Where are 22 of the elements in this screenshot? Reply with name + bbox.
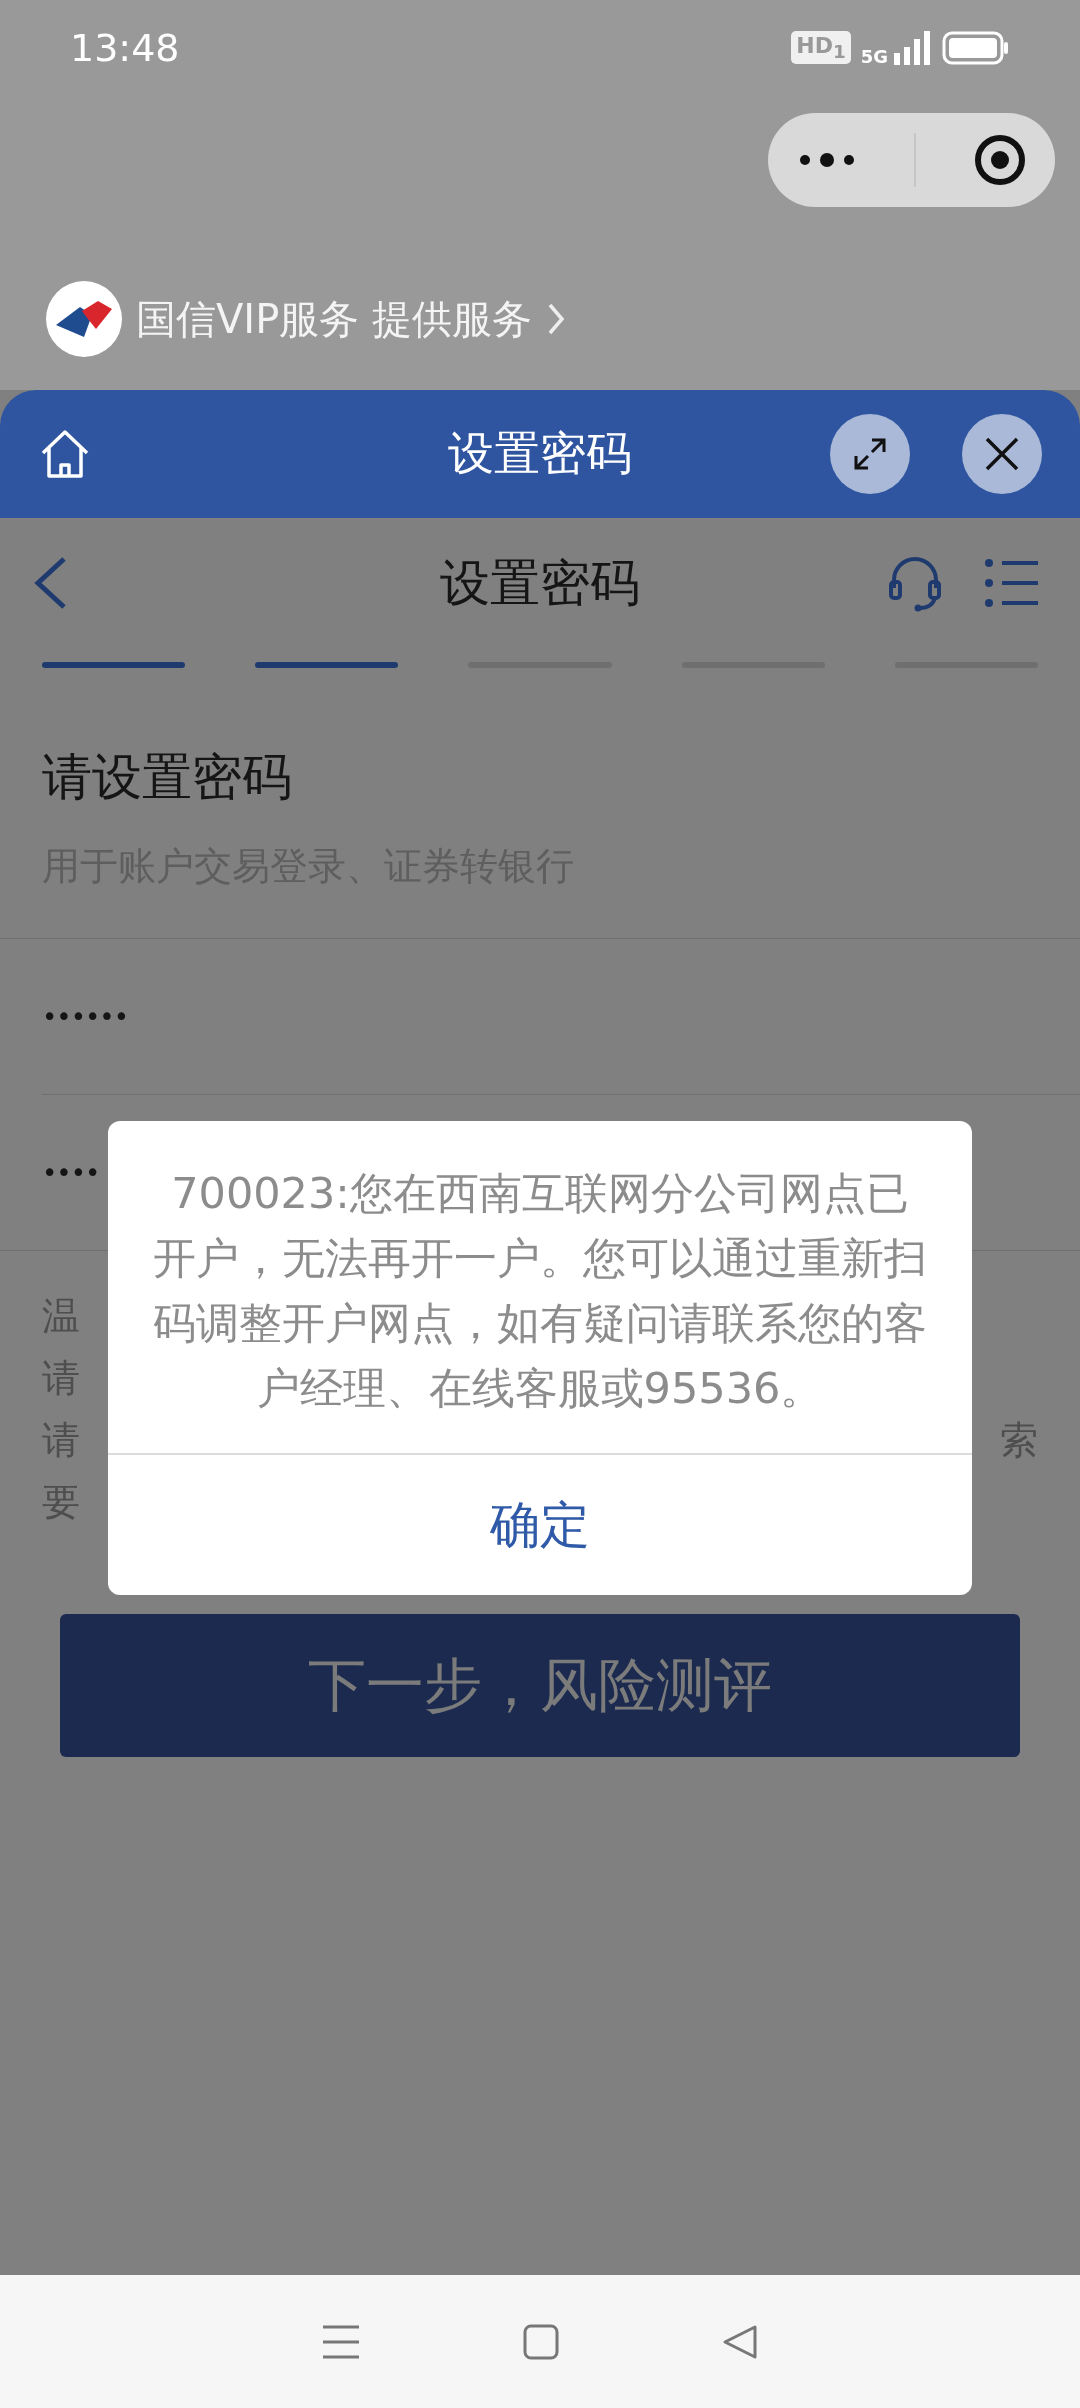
next-button[interactable]: 下一步，风险测评 [60, 1614, 1020, 1757]
form-heading: 请设置密码 [42, 747, 293, 808]
close-target-icon[interactable] [972, 133, 1027, 187]
confirm-button[interactable]: 确定 [108, 1455, 972, 1595]
headset-icon[interactable] [886, 554, 944, 612]
hd-badge: HD$_{1}$ [791, 30, 851, 65]
dialog-message: 700023:您在西南互联网分公司网点已开户，无法再开一户。您可以通过重新扫码调整开户网点，如有疑问请联系您的客户经理、在线客服或95536。 [108, 1121, 972, 1455]
home-square-icon[interactable] [522, 2322, 560, 2361]
menu-icon[interactable] [984, 558, 1040, 608]
page-title: 设置密码 [439, 552, 641, 614]
sheet-title: 设置密码 [447, 425, 633, 482]
logo-icon [46, 281, 122, 357]
back-icon[interactable] [32, 555, 68, 611]
signal-icon [892, 30, 932, 65]
provider-link[interactable]: 国信VIP服务 提供服务 [136, 291, 532, 347]
chevron-right-icon[interactable] [546, 301, 566, 337]
password-field[interactable]: •••• [42, 1157, 100, 1188]
status-time: 13:48 [70, 25, 180, 70]
password-field[interactable]: •••••• [42, 1001, 128, 1032]
recents-icon[interactable] [320, 2323, 361, 2360]
battery-icon [942, 30, 1010, 65]
network-label: 5G [860, 46, 888, 67]
